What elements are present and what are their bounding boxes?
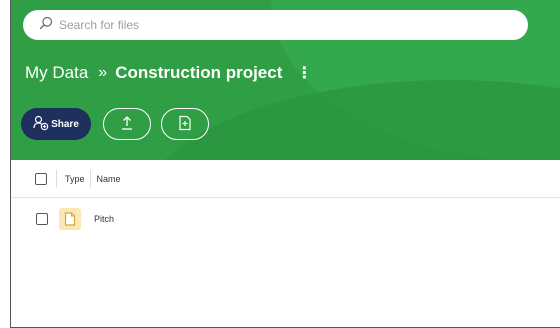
row-checkbox[interactable]: [36, 213, 48, 225]
more-options-icon[interactable]: ⋮: [296, 63, 312, 83]
select-all-checkbox[interactable]: [35, 172, 47, 185]
column-divider: [89, 169, 91, 188]
search-icon: [39, 16, 53, 35]
column-header-type[interactable]: Type: [65, 174, 85, 184]
breadcrumb-current: Construction project: [115, 63, 283, 82]
column-divider: [56, 169, 57, 188]
file-name-link[interactable]: Pitch: [94, 214, 114, 224]
share-button[interactable]: Share: [21, 108, 91, 140]
new-document-button[interactable]: [161, 108, 209, 140]
share-button-label: Share: [51, 118, 79, 130]
search-input[interactable]: [59, 18, 499, 32]
breadcrumb-separator: »: [98, 64, 108, 81]
app-window: My Data » Construction project ⋮ Share: [10, 0, 560, 328]
action-toolbar: Share: [21, 108, 209, 140]
column-header-name[interactable]: Name: [97, 174, 121, 184]
breadcrumb: My Data » Construction project ⋮: [25, 60, 312, 86]
file-list-panel: Type Name Pitch: [11, 160, 560, 327]
table-row[interactable]: Pitch: [11, 206, 560, 232]
new-document-icon: [178, 115, 192, 134]
search-bar[interactable]: [23, 10, 528, 40]
upload-icon: [120, 115, 134, 134]
share-user-icon: [33, 115, 51, 134]
upload-button[interactable]: [103, 108, 151, 140]
breadcrumb-root-link[interactable]: My Data: [25, 63, 88, 83]
table-header: Type Name: [11, 160, 560, 198]
document-icon: [59, 208, 81, 230]
